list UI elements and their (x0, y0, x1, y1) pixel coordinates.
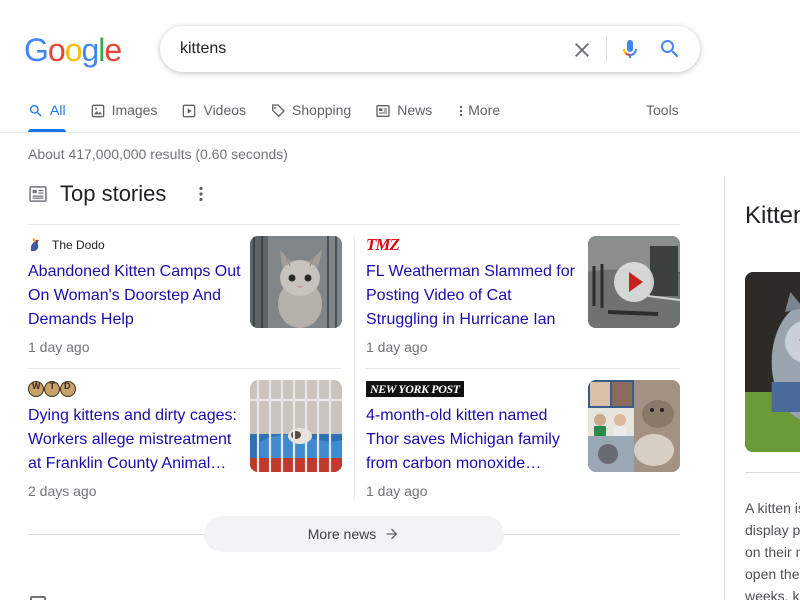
kitten-photo-thumbnail (250, 236, 342, 328)
tab-label: News (397, 102, 433, 118)
story-age: 1 day ago (366, 339, 428, 355)
logo-letter: o (64, 32, 83, 68)
knowledge-panel-description: A kitten is display p on their n open th… (745, 497, 800, 600)
result-stats: About 417,000,000 results (0.60 seconds) (28, 146, 288, 162)
tag-icon (272, 104, 285, 117)
story-source: The Dodo (28, 236, 105, 254)
knowledge-panel-title: Kitten (745, 202, 800, 229)
story-source: WTD (28, 380, 76, 398)
description-line: open the (745, 566, 800, 582)
search-icon (30, 105, 42, 117)
top-stories-header: Top stories (28, 180, 166, 208)
more-options-icon[interactable] (192, 185, 210, 203)
dodo-logo-icon (30, 238, 39, 251)
story-source: TMZ (366, 235, 400, 254)
description-line: on their n (745, 544, 800, 560)
story-headline[interactable]: Dying kittens and dirty cages: Workers a… (28, 404, 242, 476)
knowledge-panel-rule (745, 472, 800, 473)
story-divider (28, 368, 342, 369)
search-icon[interactable] (658, 37, 682, 61)
more-news-button[interactable]: More news (204, 516, 504, 552)
section-icon (30, 596, 46, 600)
description-line: display p (745, 522, 800, 538)
story-column-divider (354, 236, 355, 500)
story-card[interactable]: TMZ FL Weatherman Slammed for Posting Vi… (366, 235, 680, 368)
tab-videos[interactable]: Videos (181, 98, 246, 132)
tab-label: Images (111, 102, 158, 118)
logo-letter: e (104, 32, 122, 68)
news-icon (29, 186, 47, 202)
search-box (160, 26, 700, 72)
tmz-logo: TMZ (366, 235, 400, 254)
description-line: A kitten is (745, 500, 800, 516)
tab-label: Videos (203, 102, 247, 118)
story-headline[interactable]: Abandoned Kitten Camps Out On Woman's Do… (28, 260, 242, 332)
tab-label: Shopping (292, 102, 352, 118)
tab-shopping[interactable]: Shopping (270, 98, 351, 132)
cage-photo-thumbnail (250, 380, 342, 472)
description-line: weeks, k (745, 588, 800, 600)
story-source-name: The Dodo (52, 238, 105, 252)
tab-label: All (50, 102, 66, 118)
tab-label: More (468, 102, 501, 118)
tabs-divider (0, 132, 800, 133)
more-news-label: More news (307, 526, 377, 542)
story-headline[interactable]: FL Weatherman Slammed for Posting Video … (366, 260, 580, 332)
top-stories-title: Top stories (60, 181, 167, 206)
mic-icon[interactable] (618, 37, 642, 61)
story-age: 1 day ago (28, 339, 90, 355)
new-york-post-logo: NEW YORK POST (366, 381, 464, 397)
family-collage-thumbnail (588, 380, 680, 472)
video-icon (183, 104, 196, 118)
story-age: 2 days ago (28, 483, 97, 499)
flood-video-thumbnail[interactable] (588, 236, 680, 328)
story-card[interactable]: WTD Dying kittens and dirty cages: Worke… (28, 380, 342, 512)
knowledge-panel-divider (724, 176, 725, 600)
story-card[interactable]: The Dodo Abandoned Kitten Camps Out On W… (28, 236, 342, 368)
story-headline[interactable]: 4-month-old kitten named Thor saves Mich… (366, 404, 580, 476)
wtd-logo-letters: WTD (32, 381, 80, 391)
image-icon (91, 104, 104, 118)
close-icon[interactable] (570, 38, 594, 62)
top-stories-divider (28, 224, 680, 225)
google-logo[interactable]: Google (24, 32, 122, 68)
tab-images[interactable]: Images (90, 98, 158, 132)
news-icon (376, 105, 390, 117)
kebab-icon (460, 105, 463, 117)
tab-more[interactable]: More (456, 98, 500, 132)
search-tabs: All Images Videos Shopping News More (28, 98, 524, 132)
search-input[interactable] (180, 37, 560, 61)
story-divider (366, 368, 680, 369)
tab-news[interactable]: News (375, 98, 432, 132)
story-age: 1 day ago (366, 483, 428, 499)
kitten-image[interactable] (745, 272, 800, 452)
logo-letter: o (47, 32, 66, 68)
logo-letter: G (24, 32, 49, 68)
arrow-right-icon (386, 528, 398, 540)
tab-all[interactable]: All (28, 98, 66, 132)
search-divider (606, 36, 607, 62)
story-card[interactable]: NEW YORK POST 4-month-old kitten named T… (366, 380, 680, 512)
logo-letter: g (81, 32, 99, 68)
tools-button[interactable]: Tools (646, 102, 679, 118)
story-source: NEW YORK POST (366, 380, 464, 398)
